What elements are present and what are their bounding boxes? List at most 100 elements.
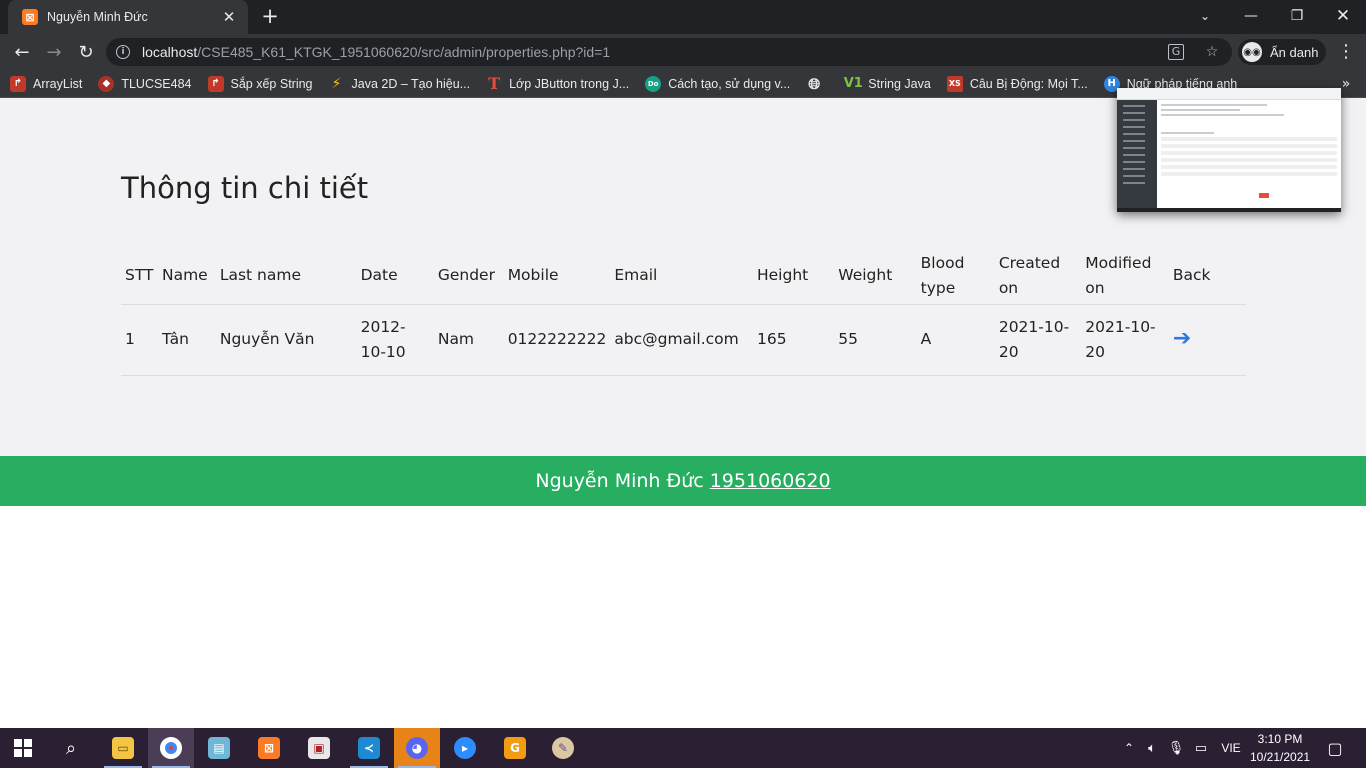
column-header-date: Date: [356, 248, 434, 305]
column-header-blood-type: Blood type: [916, 248, 995, 305]
search-icon: ⌕: [65, 737, 77, 759]
bookmark-item[interactable]: T Lớp JButton trong J...: [486, 70, 629, 98]
column-header-email: Email: [610, 248, 753, 305]
site-info-icon[interactable]: i: [116, 45, 130, 59]
bookmark-star-icon[interactable]: ☆: [1204, 44, 1220, 60]
taskbar-app[interactable]: ▭: [100, 728, 146, 768]
bookmark-label: Câu Bị Động: Mọi T...: [969, 76, 1088, 91]
bookmark-item[interactable]: ◆ TLUCSE484: [98, 70, 192, 98]
windows-taskbar: ⌕ ▭ ▤ ⊠ ▣ ≺ ◕ ▸ G ✎ ⌃ 🔈︎ 🎙︎ ▭ VIE 3:10 P…: [0, 728, 1366, 768]
bookmark-item[interactable]: 🌐︎: [806, 70, 829, 98]
cell-height: 165: [752, 304, 835, 376]
bookmark-dofi-icon: Do: [645, 75, 662, 92]
taskbar-app[interactable]: G: [492, 728, 538, 768]
cell-blood-type: A: [916, 304, 995, 376]
cell-last-name: Nguyễn Văn: [215, 304, 357, 376]
bookmark-xs-icon: XS: [946, 75, 963, 92]
column-header-back: Back: [1168, 248, 1246, 305]
taskbar-app[interactable]: ⊠: [246, 728, 292, 768]
cell-mobile: 0122222222: [503, 304, 611, 376]
footer-name: Nguyễn Minh Đức: [535, 470, 704, 492]
browser-menu-icon[interactable]: ⋮: [1334, 40, 1358, 64]
cell-gender: Nam: [433, 304, 504, 376]
xampp-icon: ⊠: [22, 9, 38, 25]
taskbar-app[interactable]: ▤: [196, 728, 242, 768]
bookmark-label: TLUCSE484: [121, 76, 192, 91]
bookmark-item[interactable]: ⚡ Java 2D – Tạo hiệu...: [329, 70, 471, 98]
start-button[interactable]: [0, 728, 46, 768]
browser-tabstrip: ⊠ Nguyễn Minh Đức ✕ + ⌄ — ❐ ✕: [0, 0, 1366, 34]
taskbar-app[interactable]: [148, 728, 194, 768]
browser-toolbar: ← → ↻ i localhost/CSE485_K61_KTGK_195106…: [0, 34, 1366, 70]
table-row: 1 Tân Nguyễn Văn 2012-10-10 Nam 01222222…: [121, 304, 1246, 376]
minimize-button[interactable]: —: [1228, 0, 1274, 32]
browser-tab[interactable]: ⊠ Nguyễn Minh Đức ✕: [8, 0, 248, 34]
bookmark-item[interactable]: V1 String Java: [843, 70, 931, 98]
column-header-name: Name: [157, 248, 216, 305]
microphone-icon[interactable]: 🎙︎: [1166, 728, 1186, 768]
column-header-gender: Gender: [433, 248, 504, 305]
taskbar-app[interactable]: ▣: [296, 728, 342, 768]
show-hidden-icons-chevron-icon[interactable]: ⌃: [1120, 728, 1138, 768]
clock-time: 3:10 PM: [1257, 732, 1303, 746]
xampp-icon: ⊠: [258, 737, 280, 759]
taskbar-app[interactable]: ▸: [442, 728, 488, 768]
column-header-weight: Weight: [834, 248, 917, 305]
bookmark-arrow-icon: ↱: [10, 75, 26, 92]
taskbar-app[interactable]: ≺: [346, 728, 392, 768]
bookmark-item[interactable]: Do Cách tạo, sử dụng v...: [645, 70, 790, 98]
column-header-height: Height: [752, 248, 835, 305]
column-header-modified-on: Modified on: [1081, 248, 1169, 305]
cell-modified-on: 2021-10-20: [1081, 304, 1169, 376]
filezilla-icon: ▣: [308, 737, 330, 759]
bookmark-label: String Java: [868, 76, 931, 91]
column-header-last-name: Last name: [215, 248, 357, 305]
url-path: /CSE485_K61_KTGK_1951060620/src/admin/pr…: [197, 44, 611, 60]
taskbar-app[interactable]: ✎: [540, 728, 586, 768]
column-header-created-on: Created on: [994, 248, 1082, 305]
footer-student-id-link[interactable]: 1951060620: [710, 470, 831, 492]
globe-icon: 🌐︎: [808, 74, 821, 93]
thumbnail-sidebar: [1117, 100, 1157, 208]
translate-icon[interactable]: G: [1168, 44, 1184, 60]
bookmark-label: ArrayList: [33, 76, 83, 91]
table-header-row: STT Name Last name Date Gender Mobile Em…: [121, 248, 1246, 305]
input-language-indicator[interactable]: VIE: [1219, 728, 1243, 768]
bookmark-v1-icon: V1: [843, 76, 863, 91]
restore-button[interactable]: ❐: [1274, 0, 1320, 32]
tab-search-chevron-icon[interactable]: ⌄: [1182, 0, 1228, 32]
bookmark-t-icon: T: [488, 74, 501, 93]
notepad-icon: ▤: [208, 737, 230, 759]
foxit-icon: G: [504, 737, 526, 759]
volume-icon[interactable]: 🔈︎: [1142, 728, 1162, 768]
bookmark-item[interactable]: ↱ ArrayList: [10, 70, 82, 98]
notification-center-icon[interactable]: ▢: [1320, 728, 1350, 768]
cell-created-on: 2021-10-20: [994, 304, 1082, 376]
reload-button[interactable]: ↻: [72, 38, 100, 66]
forward-button[interactable]: →: [40, 38, 68, 66]
taskbar-clock[interactable]: 3:10 PM 10/21/2021: [1250, 730, 1310, 766]
new-tab-button[interactable]: +: [258, 5, 282, 29]
address-bar[interactable]: i localhost/CSE485_K61_KTGK_1951060620/s…: [106, 38, 1232, 66]
close-window-button[interactable]: ✕: [1320, 0, 1366, 32]
bookmark-item[interactable]: ↱ Sắp xếp String: [207, 70, 313, 98]
paint-icon: ✎: [552, 737, 574, 759]
window-preview-thumbnail[interactable]: [1117, 88, 1341, 212]
bookmark-item[interactable]: XS Câu Bị Động: Mọi T...: [946, 70, 1088, 98]
detail-table: STT Name Last name Date Gender Mobile Em…: [121, 248, 1246, 376]
cell-date: 2012-10-10: [356, 304, 434, 376]
back-arrow-icon[interactable]: ➔: [1173, 326, 1191, 351]
chrome-icon: [160, 737, 182, 759]
battery-icon[interactable]: ▭: [1190, 728, 1212, 768]
taskbar-app[interactable]: ◕: [394, 728, 440, 768]
column-header-stt: STT: [121, 248, 158, 305]
bookmark-label: Sắp xếp String: [230, 76, 313, 91]
url-text[interactable]: localhost/CSE485_K61_KTGK_1951060620/src…: [142, 44, 610, 60]
incognito-indicator[interactable]: ◉◉ Ẩn danh: [1238, 39, 1326, 65]
incognito-label: Ẩn danh: [1270, 44, 1319, 60]
thumbnail-content: [1161, 104, 1337, 208]
back-button[interactable]: ←: [8, 38, 36, 66]
cell-weight: 55: [834, 304, 917, 376]
close-tab-icon[interactable]: ✕: [220, 8, 238, 26]
taskbar-search-button[interactable]: ⌕: [48, 728, 94, 768]
